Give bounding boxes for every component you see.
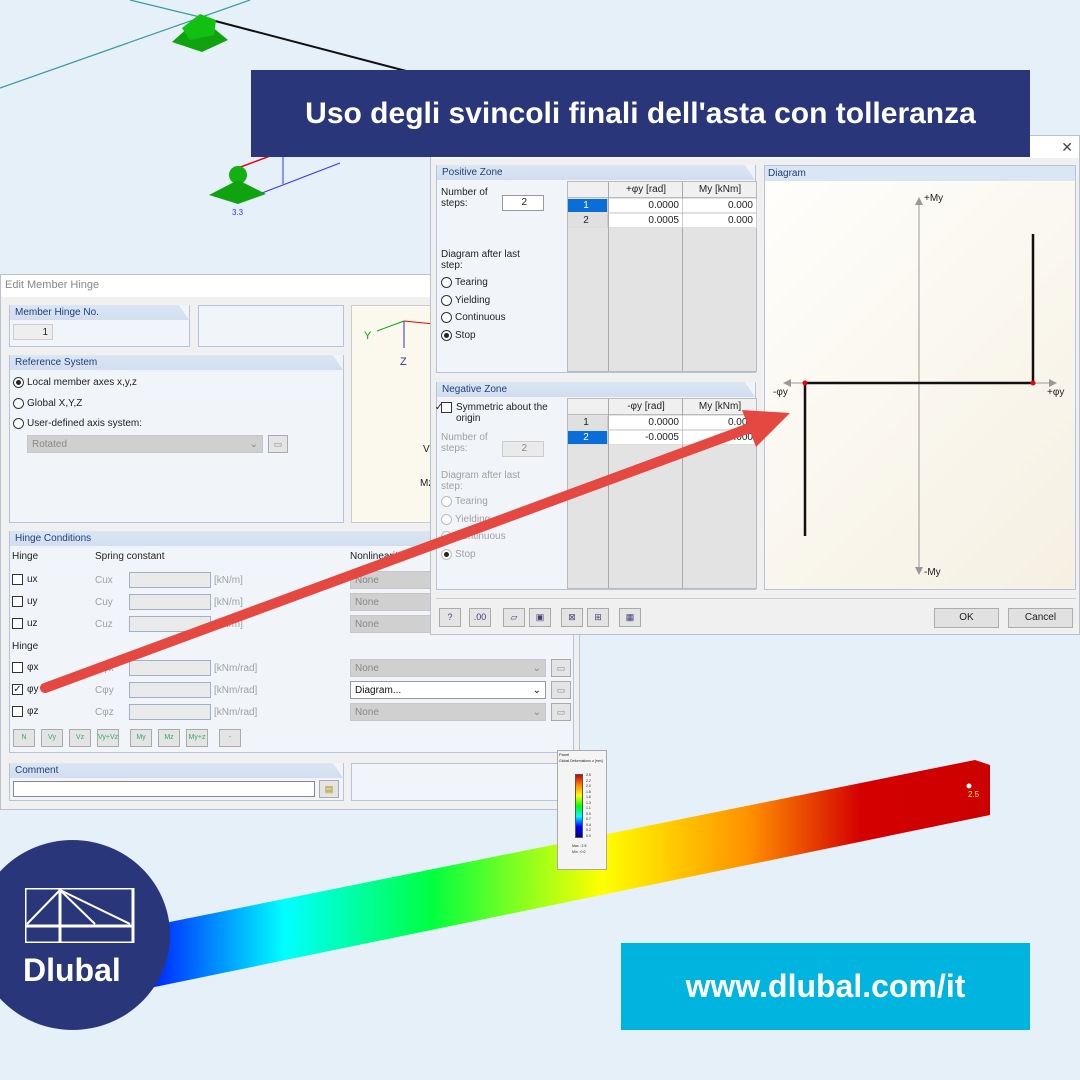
- logo-text: Dlubal: [23, 952, 121, 988]
- scale-label: 1.1: [586, 806, 591, 810]
- panel-title: Panel: [559, 752, 570, 757]
- results-panel: Panel Global Deformations u [mm] 2.5 2.2 2…: [557, 750, 607, 870]
- color-scale: [575, 774, 583, 838]
- scale-label: 0.2: [586, 828, 591, 832]
- panel-max: Max : 2.5: [572, 844, 587, 848]
- panel-min: Min : 0.0: [572, 850, 586, 854]
- scale-label: 0.7: [586, 817, 591, 821]
- scale-label: 2.5: [586, 773, 591, 777]
- scale-label: 0.0: [586, 833, 591, 838]
- panel-subtitle: Global Deformations u [mm]: [559, 759, 603, 763]
- website-link[interactable]: www.dlubal.com/it: [621, 943, 1030, 1030]
- scale-label: 1.6: [586, 795, 591, 799]
- scale-label: 2.0: [586, 784, 591, 788]
- bridge-logo-icon: [25, 888, 135, 943]
